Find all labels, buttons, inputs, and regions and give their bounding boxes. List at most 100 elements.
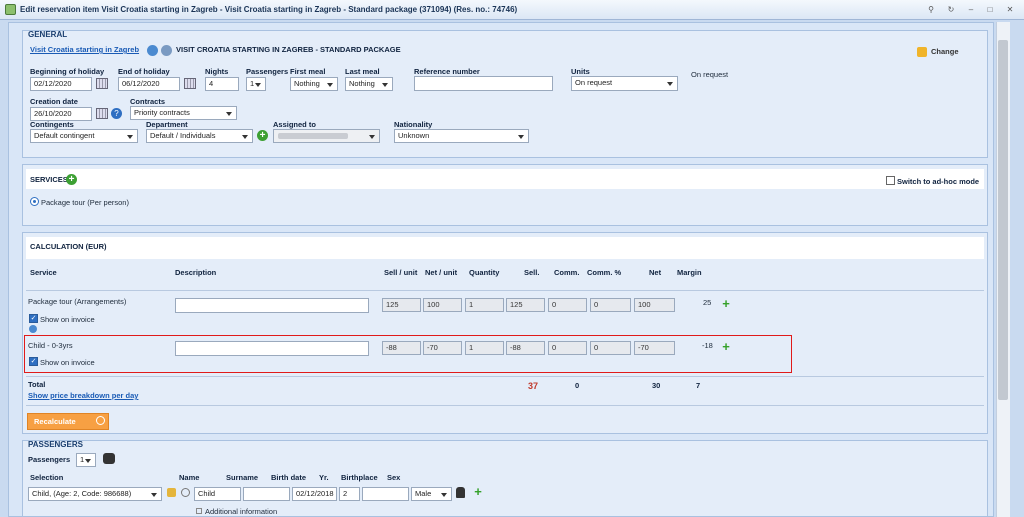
row1-description-input[interactable] — [175, 298, 369, 313]
row2-net[interactable]: -70 — [634, 341, 675, 355]
reference-input[interactable] — [414, 76, 553, 91]
row1-invoice-checkbox[interactable]: ✓ — [29, 314, 38, 323]
department-select[interactable]: Default / Individuals — [146, 129, 253, 143]
first-meal-select[interactable]: Nothing — [290, 77, 338, 91]
additional-info-toggle[interactable]: Additional information — [205, 507, 277, 516]
row1-add-icon[interactable]: + — [720, 297, 732, 310]
row1-service: Package tour (Arrangements) — [28, 297, 127, 306]
key-icon[interactable] — [167, 488, 176, 497]
row2-invoice-checkbox[interactable]: ✓ — [29, 357, 38, 366]
row1-net[interactable]: 100 — [634, 298, 675, 312]
nights-input[interactable]: 4 — [205, 77, 239, 91]
person-icon[interactable] — [456, 487, 465, 498]
passenger-selection-select[interactable]: Child, (Age: 2, Code: 986688) — [28, 487, 162, 501]
passenger-name-input[interactable]: Child — [194, 487, 241, 501]
col-quantity: Quantity — [469, 268, 500, 277]
package-tour-radio[interactable] — [30, 197, 39, 206]
contingents-select[interactable]: Default contingent — [30, 129, 138, 143]
row1-comm-pct[interactable]: 0 — [590, 298, 631, 312]
tour-title: VISIT CROATIA STARTING IN ZAGREB - STAND… — [176, 45, 401, 54]
passengers-label: Passengers — [246, 67, 289, 76]
divider — [26, 376, 984, 377]
adhoc-checkbox[interactable] — [886, 176, 895, 185]
globe-icon[interactable] — [147, 45, 158, 56]
add-service-icon[interactable]: + — [66, 174, 77, 185]
row2-comm-pct[interactable]: 0 — [590, 341, 631, 355]
row1-sell-unit[interactable]: 125 — [382, 298, 421, 312]
passengers-select[interactable]: 1 — [246, 77, 266, 91]
creation-input[interactable]: 26/10/2020 — [30, 107, 92, 121]
services-header-bar — [26, 169, 984, 189]
row1-comm[interactable]: 0 — [548, 298, 587, 312]
row2-quantity[interactable]: 1 — [465, 341, 504, 355]
row1-margin: 25 — [703, 298, 712, 307]
col-birthplace: Birthplace — [341, 473, 378, 482]
passenger-birth-date-input[interactable]: 02/12/2018 — [292, 487, 337, 501]
row2-sell[interactable]: -88 — [506, 341, 545, 355]
passenger-yr-input[interactable]: 2 — [339, 487, 360, 501]
services-header: SERVICES — [30, 175, 68, 184]
tour-link[interactable]: Visit Croatia starting in Zagreb — [30, 45, 139, 54]
row1-quantity[interactable]: 1 — [465, 298, 504, 312]
calculation-header-bar — [26, 237, 984, 259]
row2-net-unit[interactable]: -70 — [423, 341, 462, 355]
change-link[interactable]: Change — [931, 47, 959, 56]
col-net-unit: Net / unit — [425, 268, 458, 277]
row2-comm[interactable]: 0 — [548, 341, 587, 355]
nationality-select[interactable]: Unknown — [394, 129, 529, 143]
total-comm: 0 — [575, 381, 580, 390]
passengers-group-icon[interactable] — [103, 453, 115, 464]
beginning-input[interactable]: 02/12/2020 — [30, 77, 92, 91]
minimize-icon[interactable]: – — [965, 4, 977, 16]
calculation-panel — [22, 232, 988, 434]
row1-invoice-label: Show on invoice — [40, 315, 95, 324]
creation-label: Creation date — [30, 97, 78, 106]
row1-net-unit[interactable]: 100 — [423, 298, 462, 312]
on-request-text: On request — [691, 70, 729, 79]
units-label: Units — [571, 67, 590, 76]
row2-description-input[interactable] — [175, 341, 369, 356]
contracts-select[interactable]: Priority contracts — [130, 106, 237, 120]
scrollbar-thumb[interactable] — [998, 40, 1008, 400]
col-birth-date: Birth date — [271, 473, 307, 482]
close-icon[interactable]: ✕ — [1004, 4, 1016, 16]
add-passenger-icon[interactable]: + — [472, 485, 484, 498]
last-meal-select[interactable]: Nothing — [345, 77, 393, 91]
last-meal-label: Last meal — [345, 67, 380, 76]
units-select[interactable]: On request — [571, 76, 678, 91]
divider — [26, 405, 984, 406]
expand-icon[interactable] — [196, 508, 202, 514]
assigned-label: Assigned to — [273, 120, 316, 129]
add-department-icon[interactable]: + — [257, 130, 268, 141]
nationality-label: Nationality — [394, 120, 433, 129]
maximize-icon[interactable]: □ — [984, 4, 996, 16]
calendar-icon[interactable] — [96, 108, 108, 119]
passengers-header: PASSENGERS — [28, 440, 83, 449]
row2-margin: -18 — [702, 341, 713, 350]
col-description: Description — [175, 268, 217, 277]
package-tour-label: Package tour (Per person) — [41, 198, 129, 207]
calendar-icon[interactable] — [184, 78, 196, 89]
refresh-icon[interactable]: ↻ — [945, 4, 957, 16]
blurred-name — [278, 133, 348, 139]
row1-sell[interactable]: 125 — [506, 298, 545, 312]
info-icon[interactable] — [29, 325, 37, 333]
row2-add-icon[interactable]: + — [720, 340, 732, 353]
passengers-count-label: Passengers — [28, 455, 71, 464]
change-icon[interactable] — [917, 47, 927, 57]
passenger-birthplace-input[interactable] — [362, 487, 409, 501]
total-margin: 7 — [696, 381, 701, 390]
passenger-sex-select[interactable]: Male — [411, 487, 452, 501]
passenger-surname-input[interactable] — [243, 487, 290, 501]
passengers-count-select[interactable]: 1 — [76, 453, 96, 467]
attach-icon[interactable]: ⚲ — [925, 4, 937, 16]
contingents-label: Contingents — [30, 120, 74, 129]
end-input[interactable]: 06/12/2020 — [118, 77, 180, 91]
search-icon[interactable] — [181, 488, 190, 497]
help-icon[interactable]: ? — [111, 108, 122, 119]
contracts-label: Contracts — [130, 97, 166, 106]
row2-sell-unit[interactable]: -88 — [382, 341, 421, 355]
calendar-icon[interactable] — [96, 78, 108, 89]
price-breakdown-link[interactable]: Show price breakdown per day — [28, 391, 138, 400]
search-icon[interactable] — [161, 45, 172, 56]
